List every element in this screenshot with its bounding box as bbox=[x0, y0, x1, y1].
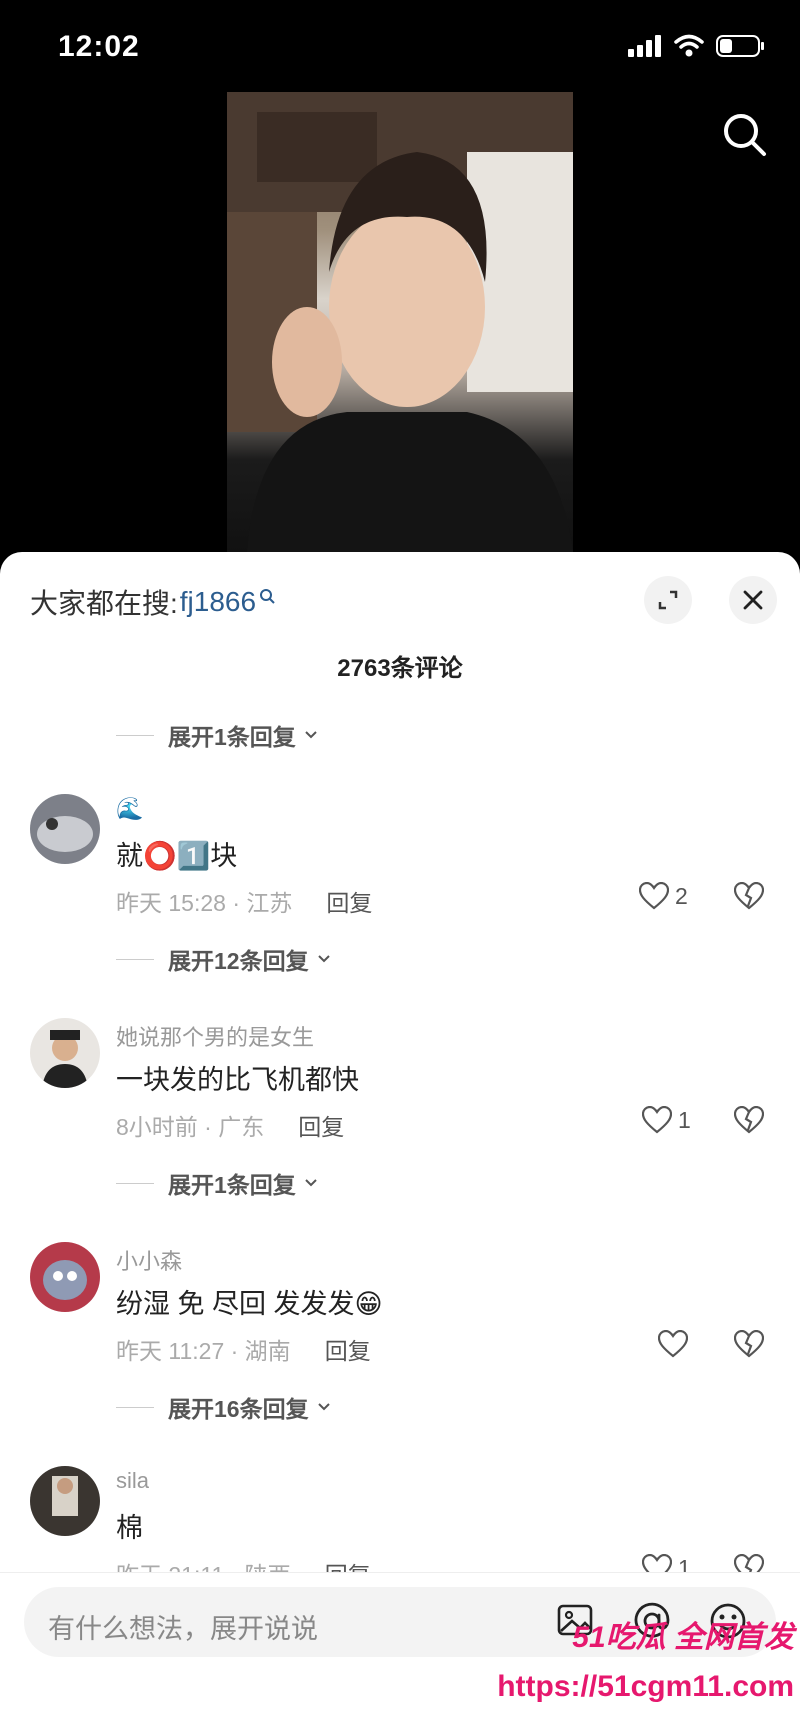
comment-text: 纷湿 免 尽回 发发发😁 bbox=[116, 1289, 383, 1319]
expand-replies-button[interactable]: 展开16条回复 bbox=[116, 1390, 331, 1424]
watermark-line1: 51吃瓜 全网首发 bbox=[572, 1621, 794, 1654]
chevron-down-icon bbox=[317, 955, 330, 963]
comment-sheet: 大家都在搜: fj1866 2763条评论 展开1条回复 🌊 就⭕1️⃣块 昨天 bbox=[0, 552, 800, 1731]
signal-icon bbox=[628, 35, 661, 57]
watermark: 51吃瓜 全网首发 https://51cgm11.com bbox=[497, 1612, 794, 1704]
divider bbox=[116, 1406, 154, 1408]
broken-heart-icon[interactable] bbox=[734, 882, 764, 910]
divider bbox=[116, 734, 154, 736]
heart-icon bbox=[642, 1106, 672, 1134]
expand-replies-label: 展开16条回复 bbox=[168, 1396, 309, 1422]
comment-input-placeholder: 有什么想法，展开说说 bbox=[48, 1614, 318, 1644]
video-frame bbox=[227, 92, 573, 552]
comment-time: 8小时前 · 广东 bbox=[116, 1114, 265, 1140]
status-time: 12:02 bbox=[58, 30, 140, 63]
comment-username[interactable]: 🌊 bbox=[116, 796, 143, 822]
comment-username[interactable]: 她说那个男的是女生 bbox=[116, 1020, 314, 1052]
expand-replies-label: 展开1条回复 bbox=[168, 1172, 296, 1198]
like-button[interactable]: 1 bbox=[642, 1106, 691, 1134]
expand-replies-button[interactable]: 展开12条回复 bbox=[116, 942, 331, 976]
reply-button[interactable]: 回复 bbox=[298, 1108, 344, 1142]
reply-button[interactable]: 回复 bbox=[326, 884, 372, 918]
heart-icon bbox=[658, 1330, 688, 1358]
hot-search-label: 大家都在搜: bbox=[30, 588, 178, 619]
status-bar: 12:02 bbox=[0, 0, 800, 92]
comment-username[interactable]: sila bbox=[116, 1468, 149, 1494]
chevron-down-icon bbox=[305, 731, 317, 739]
hot-search[interactable]: 大家都在搜: fj1866 bbox=[30, 582, 275, 622]
search-small-icon bbox=[260, 589, 275, 604]
close-icon bbox=[743, 590, 763, 610]
avatar[interactable] bbox=[30, 1018, 100, 1088]
comment-text: 就⭕1️⃣块 bbox=[116, 841, 238, 871]
expand-replies-label: 展开12条回复 bbox=[168, 948, 309, 974]
broken-heart-icon[interactable] bbox=[734, 1106, 764, 1134]
like-button[interactable] bbox=[658, 1330, 688, 1358]
divider bbox=[116, 958, 154, 960]
comment-time: 昨天 15:28 · 江苏 bbox=[116, 890, 293, 916]
broken-heart-icon[interactable] bbox=[734, 1330, 764, 1358]
heart-icon bbox=[639, 882, 669, 910]
comment-text: 棉 bbox=[116, 1513, 143, 1543]
comment-username[interactable]: 小小森 bbox=[116, 1244, 182, 1276]
hot-search-keyword[interactable]: fj1866 bbox=[180, 586, 256, 618]
watermark-url: https://51cgm11.com bbox=[497, 1670, 794, 1703]
wifi-icon bbox=[674, 34, 704, 57]
like-count: 2 bbox=[675, 882, 688, 909]
avatar[interactable] bbox=[30, 1242, 100, 1312]
divider bbox=[116, 1182, 154, 1184]
chevron-down-icon bbox=[317, 1403, 330, 1411]
avatar[interactable] bbox=[30, 794, 100, 864]
fullscreen-button[interactable] bbox=[644, 576, 692, 624]
video-player[interactable] bbox=[227, 92, 573, 552]
like-button[interactable]: 2 bbox=[639, 882, 688, 910]
like-count: 1 bbox=[678, 1106, 691, 1133]
fullscreen-icon bbox=[658, 590, 678, 610]
expand-replies-button[interactable]: 展开1条回复 bbox=[116, 1166, 318, 1200]
close-button[interactable] bbox=[729, 576, 777, 624]
comment-count: 2763条评论 bbox=[337, 655, 463, 682]
expand-replies-button[interactable]: 展开1条回复 bbox=[116, 718, 318, 752]
search-icon[interactable] bbox=[720, 110, 770, 160]
chevron-down-icon bbox=[305, 1179, 317, 1187]
comment-time: 昨天 11:27 · 湖南 bbox=[116, 1338, 291, 1364]
battery-icon bbox=[716, 35, 764, 57]
avatar[interactable] bbox=[30, 1466, 100, 1536]
reply-button[interactable]: 回复 bbox=[325, 1332, 371, 1366]
comment-text: 一块发的比飞机都快 bbox=[116, 1065, 359, 1095]
expand-replies-label: 展开1条回复 bbox=[168, 724, 296, 750]
